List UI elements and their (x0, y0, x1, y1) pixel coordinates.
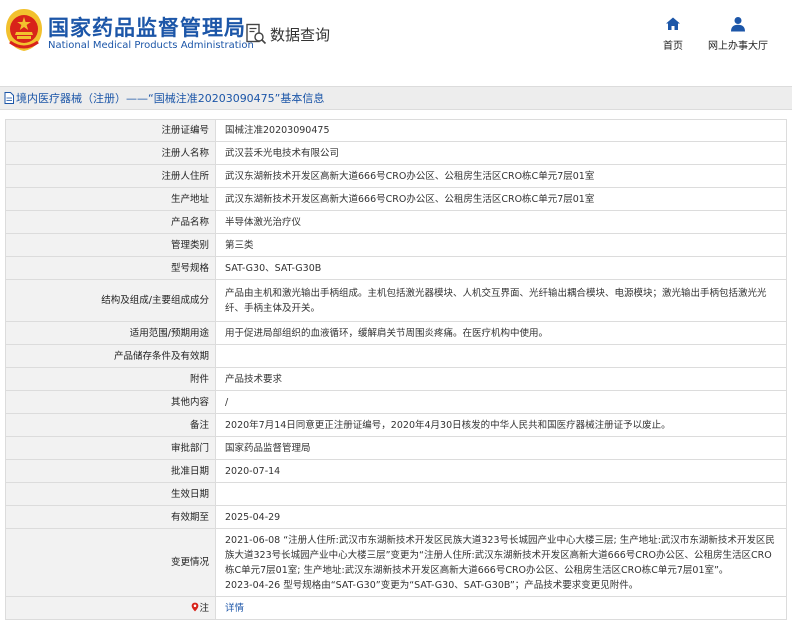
row-value-reg-no: 国械注准20203090475 (215, 119, 787, 142)
row-label-category: 管理类别 (5, 233, 216, 257)
nav-online-service-hall-label: 网上办事大厅 (708, 41, 768, 52)
row-label-product-name: 产品名称 (5, 210, 216, 234)
search-document-icon (246, 23, 267, 45)
data-query-heading: 数据查询 (245, 22, 330, 46)
table-row: 审批部门 国家药品监督管理局 (5, 436, 787, 460)
row-value-changes: 2021-06-08 “注册人住所:武汉市东湖新技术开发区民族大道323号长城园… (215, 528, 787, 597)
row-value-mfg-address: 武汉东湖新技术开发区高新大道666号CRO办公区、公租房生活区CRO栋C单元7层… (215, 187, 787, 211)
table-row: 管理类别 第三类 (5, 233, 787, 257)
row-label-structure: 结构及组成/主要组成成分 (5, 279, 216, 322)
table-row: 注册人住所 武汉东湖新技术开发区高新大道666号CRO办公区、公租房生活区CRO… (5, 164, 787, 188)
table-row: 适用范围/预期用途 用于促进局部组织的血液循环，缓解肩关节周围炎疼痛。在医疗机构… (5, 321, 787, 345)
row-label-approval-dept: 审批部门 (5, 436, 216, 460)
table-row: 生产地址 武汉东湖新技术开发区高新大道666号CRO办公区、公租房生活区CRO栋… (5, 187, 787, 211)
table-row: 注册证编号 国械注准20203090475 (5, 119, 787, 142)
row-label-mfg-address: 生产地址 (5, 187, 216, 211)
nav-home-label: 首页 (663, 41, 683, 52)
row-value-attachment: 产品技术要求 (215, 367, 787, 391)
row-label-approval-date: 批准日期 (5, 459, 216, 483)
table-row: 变更情况 2021-06-08 “注册人住所:武汉市东湖新技术开发区民族大道32… (5, 528, 787, 597)
table-row: 附件 产品技术要求 (5, 367, 787, 391)
table-row: 备注 2020年7月14日同意更正注册证编号，2020年4月30日核发的中华人民… (5, 413, 787, 437)
table-row: 生效日期 (5, 482, 787, 506)
user-icon (731, 17, 745, 32)
table-row: 型号规格 SAT-G30、SAT-G30B (5, 256, 787, 280)
row-label-scope: 适用范围/预期用途 (5, 321, 216, 345)
row-label-residence: 注册人住所 (5, 164, 216, 188)
row-label-note: 注 (5, 596, 216, 620)
row-value-note: 详情 (215, 596, 787, 620)
table-row: 产品储存条件及有效期 (5, 344, 787, 368)
row-label-valid-until: 有效期至 (5, 505, 216, 529)
row-label-remark: 备注 (5, 413, 216, 437)
row-value-structure: 产品由主机和激光输出手柄组成。主机包括激光器模块、人机交互界面、光纤输出耦合模块… (215, 279, 787, 322)
nav-home[interactable]: 首页 (656, 16, 690, 52)
data-query-label: 数据查询 (270, 25, 331, 44)
row-label-attachment: 附件 (5, 367, 216, 391)
site-title: 国家药品监督管理局 (48, 16, 246, 40)
row-value-other: / (215, 390, 787, 414)
row-value-product-name: 半导体激光治疗仪 (215, 210, 787, 234)
site-header: 国家药品监督管理局 National Medical Products Admi… (0, 0, 792, 70)
home-icon (666, 17, 680, 30)
row-label-reg-no: 注册证编号 (5, 119, 216, 142)
table-row: 有效期至 2025-04-29 (5, 505, 787, 529)
breadcrumb-title: 境内医疗器械（注册）——“国械注准20203090475”基本信息 (16, 92, 325, 105)
row-value-approval-dept: 国家药品监督管理局 (215, 436, 787, 460)
row-value-residence: 武汉东湖新技术开发区高新大道666号CRO办公区、公租房生活区CRO栋C单元7层… (215, 164, 787, 188)
row-value-valid-until: 2025-04-29 (215, 505, 787, 529)
row-value-remark: 2020年7月14日同意更正注册证编号，2020年4月30日核发的中华人民共和国… (215, 413, 787, 437)
site-subtitle: National Medical Products Administration (48, 40, 254, 51)
row-value-registrant: 武汉芸禾光电技术有限公司 (215, 141, 787, 165)
row-label-other: 其他内容 (5, 390, 216, 414)
row-value-category: 第三类 (215, 233, 787, 257)
table-row: 注 详情 (5, 596, 787, 620)
national-emblem-icon (6, 9, 42, 51)
row-value-effective-date (215, 482, 787, 506)
table-row: 批准日期 2020-07-14 (5, 459, 787, 483)
table-row: 结构及组成/主要组成成分 产品由主机和激光输出手柄组成。主机包括激光器模块、人机… (5, 279, 787, 322)
row-value-scope: 用于促进局部组织的血液循环，缓解肩关节周围炎疼痛。在医疗机构中使用。 (215, 321, 787, 345)
table-row: 注册人名称 武汉芸禾光电技术有限公司 (5, 141, 787, 165)
row-value-storage (215, 344, 787, 368)
change-record: 2021-06-08 “注册人住所:武汉市东湖新技术开发区民族大道323号长城园… (225, 534, 775, 576)
table-row: 产品名称 半导体激光治疗仪 (5, 210, 787, 234)
row-label-registrant: 注册人名称 (5, 141, 216, 165)
table-row: 其他内容 / (5, 390, 787, 414)
nav-online-service-hall[interactable]: 网上办事大厅 (706, 16, 770, 52)
device-info-table: 注册证编号 国械注准20203090475 注册人名称 武汉芸禾光电技术有限公司… (5, 119, 787, 620)
row-value-approval-date: 2020-07-14 (215, 459, 787, 483)
details-link[interactable]: 详情 (225, 603, 244, 614)
breadcrumb: 境内医疗器械（注册）——“国械注准20203090475”基本信息 (0, 86, 792, 110)
row-label-effective-date: 生效日期 (5, 482, 216, 506)
row-label-model: 型号规格 (5, 256, 216, 280)
document-icon (4, 92, 14, 104)
row-label-storage: 产品储存条件及有效期 (5, 344, 216, 368)
row-label-note-text: 注 (199, 602, 209, 614)
row-label-changes: 变更情况 (5, 528, 216, 597)
row-value-model: SAT-G30、SAT-G30B (215, 256, 787, 280)
change-record: 2023-04-26 型号规格由“SAT-G30”变更为“SAT-G30、SAT… (225, 579, 639, 591)
